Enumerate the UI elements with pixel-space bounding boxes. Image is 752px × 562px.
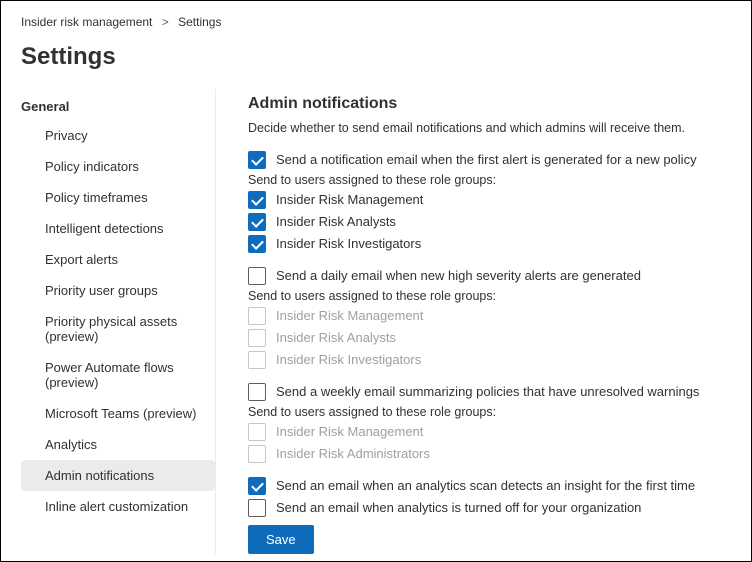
chevron-right-icon: > [162,15,169,29]
role-groups-intro-3: Send to users assigned to these role gro… [248,405,731,419]
checkbox-daily-investigators [248,351,266,369]
sidebar-heading: General [21,95,215,120]
sidebar-item-inline-alert-customization[interactable]: Inline alert customization [21,491,215,522]
role-daily-investigators-label: Insider Risk Investigators [276,351,421,369]
checkbox-daily-email-label: Send a daily email when new high severit… [276,267,641,285]
sidebar-item-analytics[interactable]: Analytics [21,429,215,460]
option-first-alert: Send a notification email when the first… [248,151,731,253]
sidebar-item-priority-user-groups[interactable]: Priority user groups [21,275,215,306]
option-analytics-off: Send an email when analytics is turned o… [248,499,731,517]
settings-sidebar: General Privacy Policy indicators Policy… [1,89,216,554]
main-panel: Admin notifications Decide whether to se… [216,89,751,554]
sidebar-item-admin-notifications[interactable]: Admin notifications [21,460,215,491]
option-weekly-email: Send a weekly email summarizing policies… [248,383,731,463]
role-daily-irm-label: Insider Risk Management [276,307,423,325]
role-groups-intro: Send to users assigned to these role gro… [248,173,731,187]
role-groups-intro-2: Send to users assigned to these role gro… [248,289,731,303]
checkbox-first-alert-label: Send a notification email when the first… [276,151,697,169]
role-ir-analysts-label: Insider Risk Analysts [276,213,396,231]
sidebar-item-export-alerts[interactable]: Export alerts [21,244,215,275]
sidebar-item-intelligent-detections[interactable]: Intelligent detections [21,213,215,244]
sidebar-item-policy-timeframes[interactable]: Policy timeframes [21,182,215,213]
checkbox-weekly-admins [248,445,266,463]
panel-heading: Admin notifications [248,95,731,113]
role-daily-analysts-label: Insider Risk Analysts [276,329,396,347]
checkbox-ir-analysts[interactable] [248,213,266,231]
panel-description: Decide whether to send email notificatio… [248,121,731,135]
role-ir-investigators-label: Insider Risk Investigators [276,235,421,253]
checkbox-irm[interactable] [248,191,266,209]
role-weekly-irm-label: Insider Risk Management [276,423,423,441]
checkbox-weekly-irm [248,423,266,441]
option-analytics-insight: Send an email when an analytics scan det… [248,477,731,495]
checkbox-daily-irm [248,307,266,325]
checkbox-first-alert[interactable] [248,151,266,169]
checkbox-analytics-off-label: Send an email when analytics is turned o… [276,499,641,517]
save-button[interactable]: Save [248,525,314,554]
breadcrumb-current: Settings [178,15,221,29]
role-irm-label: Insider Risk Management [276,191,423,209]
sidebar-item-priority-physical-assets[interactable]: Priority physical assets (preview) [21,306,215,352]
role-weekly-admins-label: Insider Risk Administrators [276,445,430,463]
sidebar-item-power-automate-flows[interactable]: Power Automate flows (preview) [21,352,215,398]
breadcrumb: Insider risk management > Settings [1,1,751,35]
checkbox-daily-email[interactable] [248,267,266,285]
sidebar-item-privacy[interactable]: Privacy [21,120,215,151]
checkbox-analytics-off[interactable] [248,499,266,517]
checkbox-daily-analysts [248,329,266,347]
sidebar-item-microsoft-teams[interactable]: Microsoft Teams (preview) [21,398,215,429]
checkbox-analytics-insight-label: Send an email when an analytics scan det… [276,477,695,495]
checkbox-analytics-insight[interactable] [248,477,266,495]
breadcrumb-parent[interactable]: Insider risk management [21,15,152,29]
checkbox-weekly-email-label: Send a weekly email summarizing policies… [276,383,699,401]
checkbox-weekly-email[interactable] [248,383,266,401]
page-title: Settings [1,35,751,89]
checkbox-ir-investigators[interactable] [248,235,266,253]
sidebar-item-policy-indicators[interactable]: Policy indicators [21,151,215,182]
option-daily-email: Send a daily email when new high severit… [248,267,731,369]
